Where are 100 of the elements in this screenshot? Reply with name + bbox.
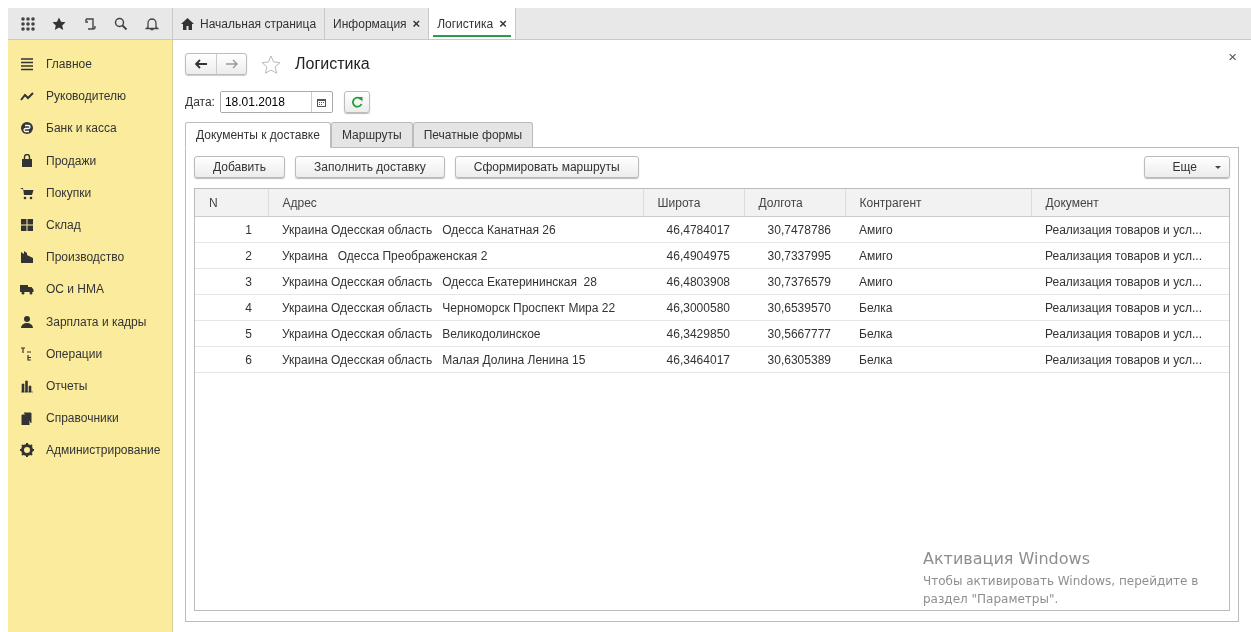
arrow-left-icon bbox=[195, 59, 207, 69]
item-label: Склад bbox=[46, 218, 81, 233]
tab-label: Начальная страница bbox=[200, 16, 317, 31]
arrow-right-icon bbox=[225, 59, 238, 69]
home-icon bbox=[181, 17, 194, 30]
table-cell: Белка bbox=[845, 320, 1031, 347]
table-cell: Украина Одесса Преображенская 2 bbox=[268, 242, 643, 269]
table-cell: 30,5667777 bbox=[744, 320, 845, 347]
sidebar-item[interactable]: Покупки bbox=[8, 176, 172, 209]
form-title: Логистика bbox=[295, 55, 370, 73]
page-tab[interactable]: Начальная страница bbox=[173, 8, 326, 39]
column-header[interactable]: Адрес bbox=[268, 189, 643, 217]
column-header[interactable]: Долгота bbox=[744, 189, 845, 217]
table-cell: Реализация товаров и усл... bbox=[1031, 346, 1229, 373]
item-label: Продажи bbox=[46, 153, 97, 168]
refresh-button[interactable] bbox=[343, 91, 370, 113]
section-icon bbox=[20, 378, 34, 393]
form-tab[interactable]: Печатные формы bbox=[412, 122, 534, 147]
table-cell: 46,4904975 bbox=[643, 242, 744, 269]
table-cell: Реализация товаров и усл... bbox=[1031, 294, 1229, 321]
toolbar-button[interactable]: Заполнить доставку bbox=[295, 156, 445, 178]
item-label: ОС и НМА bbox=[46, 282, 105, 297]
item-label: Покупки bbox=[46, 185, 92, 200]
table-cell: 30,7376579 bbox=[744, 268, 845, 295]
form-tab[interactable]: Маршруты bbox=[330, 122, 413, 147]
table-cell: Белка bbox=[845, 346, 1031, 373]
more-button[interactable]: Еще bbox=[1143, 156, 1230, 178]
sidebar-item[interactable]: Производство bbox=[8, 241, 172, 274]
sidebar-item[interactable]: Зарплата и кадры bbox=[8, 305, 172, 338]
date-label: Дата: bbox=[185, 95, 215, 109]
column-header[interactable]: Контрагент bbox=[845, 189, 1031, 217]
sidebar-item[interactable]: Отчеты bbox=[8, 369, 172, 403]
table-cell: 30,7478786 bbox=[744, 216, 845, 243]
sidebar-item[interactable]: Главное bbox=[8, 48, 172, 81]
sidebar-item[interactable]: Банк и касса bbox=[8, 112, 172, 145]
table-cell: 30,6305389 bbox=[744, 346, 845, 373]
section-icon bbox=[20, 218, 34, 233]
table-cell: Украина Одесская область Одесса Канатная 26 bbox=[268, 216, 643, 243]
table-cell: Белка bbox=[845, 294, 1031, 321]
section-icon bbox=[20, 250, 34, 265]
item-label: Руководителю bbox=[46, 89, 127, 104]
item-label: Банк и касса bbox=[46, 121, 117, 136]
table-cell: 46,3464017 bbox=[643, 346, 744, 373]
bell-icon[interactable] bbox=[145, 16, 160, 31]
sidebar-item[interactable]: ОС и НМА bbox=[8, 273, 172, 306]
section-icon bbox=[20, 185, 34, 200]
sidebar-item[interactable]: Администрирование bbox=[8, 434, 172, 467]
section-icon bbox=[20, 411, 34, 426]
search-icon[interactable] bbox=[114, 16, 129, 31]
section-icon bbox=[20, 443, 34, 458]
table-cell: 46,3000580 bbox=[643, 294, 744, 321]
sidebar-item[interactable]: Справочники bbox=[8, 402, 172, 435]
table-cell: Украина Одесская область Одесса Екатерининская 28 bbox=[268, 268, 643, 295]
table-cell: 46,3429850 bbox=[643, 320, 744, 347]
item-label: Главное bbox=[46, 57, 92, 72]
close-tab-button[interactable]: × bbox=[499, 16, 507, 31]
section-icon bbox=[20, 282, 34, 297]
table-cell: 6 bbox=[195, 346, 268, 373]
table-cell: Украина Одесская область Черноморск Проспект Мира 22 bbox=[268, 294, 643, 321]
toolbar-button[interactable]: Сформировать маршруты bbox=[454, 156, 639, 178]
tab-label: Информация bbox=[333, 16, 407, 31]
table-cell: Реализация товаров и усл... bbox=[1031, 216, 1229, 243]
activation-text: Чтобы активировать Windows, перейдите в раздел "Параметры". bbox=[923, 573, 1200, 608]
item-label: Операции bbox=[46, 346, 103, 361]
date-field[interactable]: 18.01.2018 bbox=[219, 91, 333, 113]
table-cell: Реализация товаров и усл... bbox=[1031, 320, 1229, 347]
star-icon[interactable] bbox=[51, 16, 66, 31]
table-cell: 4 bbox=[195, 294, 268, 321]
history-icon[interactable] bbox=[82, 16, 97, 31]
apps-grid-icon[interactable] bbox=[20, 16, 35, 31]
calendar-icon[interactable] bbox=[317, 97, 327, 107]
table-cell: Реализация товаров и усл... bbox=[1031, 242, 1229, 269]
sidebar-item[interactable]: Продажи bbox=[8, 144, 172, 177]
column-header[interactable]: Документ bbox=[1031, 189, 1229, 217]
table-cell: 1 bbox=[195, 216, 268, 243]
page-tab[interactable]: Логистика × bbox=[429, 8, 516, 39]
item-label: Справочники bbox=[46, 411, 119, 426]
table-cell: 46,4784017 bbox=[643, 216, 744, 243]
sidebar-item[interactable]: Склад bbox=[8, 208, 172, 242]
star-outline-icon[interactable] bbox=[261, 54, 281, 74]
item-label: Отчеты bbox=[46, 378, 88, 393]
section-icon bbox=[20, 121, 34, 136]
activation-title: Активация Windows bbox=[923, 549, 1091, 568]
sidebar-item[interactable]: Операции bbox=[8, 337, 172, 370]
sidebar-item[interactable]: Руководителю bbox=[8, 80, 172, 113]
table-cell: Украина Одесская область Малая Долина Ленина 15 bbox=[268, 346, 643, 373]
refresh-icon bbox=[350, 96, 363, 108]
close-button[interactable]: × bbox=[1228, 48, 1237, 65]
column-header[interactable]: N bbox=[195, 189, 268, 217]
table-cell: Реализация товаров и усл... bbox=[1031, 268, 1229, 295]
form-tab[interactable]: Документы к доставке bbox=[185, 122, 331, 148]
toolbar-button[interactable]: Добавить bbox=[194, 156, 286, 178]
item-label: Зарплата и кадры bbox=[46, 314, 147, 329]
close-tab-button[interactable]: × bbox=[412, 16, 421, 31]
column-header[interactable]: Широта bbox=[643, 189, 744, 217]
table-cell: 2 bbox=[195, 242, 268, 269]
tab-label: Логистика bbox=[437, 16, 494, 31]
table-cell: 3 bbox=[195, 268, 268, 295]
section-icon bbox=[20, 346, 34, 361]
table-cell: 5 bbox=[195, 320, 268, 347]
